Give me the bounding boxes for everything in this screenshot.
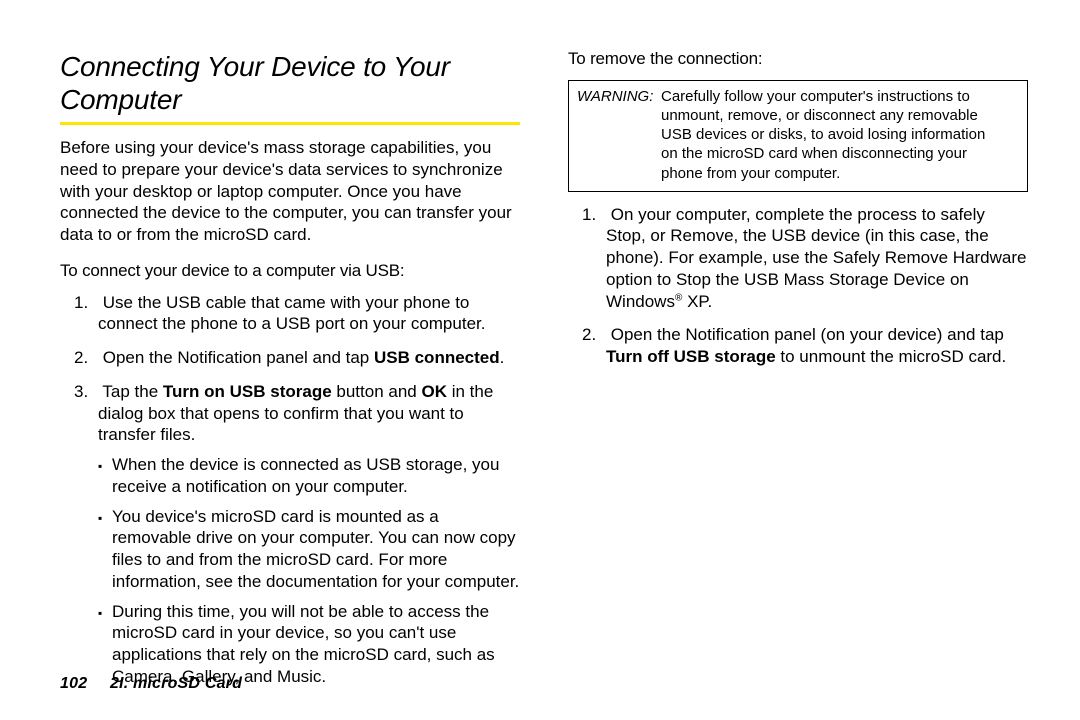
list-item: Open the Notification panel (on your dev… xyxy=(604,324,1028,368)
warning-box: WARNING:Carefully follow your computer's… xyxy=(568,80,1028,192)
page-number: 102 xyxy=(60,675,87,692)
list-item: Use the USB cable that came with your ph… xyxy=(96,292,520,336)
warning-label: WARNING: xyxy=(577,87,661,106)
page-title: Connecting Your Device to Your Computer xyxy=(60,48,520,116)
step-text: XP. xyxy=(682,292,712,311)
sub-text: When the device is connected as USB stor… xyxy=(112,455,499,496)
step-text: Tap the xyxy=(102,382,163,401)
bold-term: OK xyxy=(421,382,447,401)
sub-text: You device's microSD card is mounted as … xyxy=(112,507,519,591)
bold-term: USB connected xyxy=(374,348,500,367)
list-item: Tap the Turn on USB storage button and O… xyxy=(96,381,520,688)
list-item: Open the Notification panel and tap USB … xyxy=(96,347,520,369)
heading-rule xyxy=(60,122,520,125)
step-text: button and xyxy=(332,382,422,401)
bold-term: Turn on USB storage xyxy=(163,382,332,401)
subhead-connect: To connect your device to a computer via… xyxy=(60,260,520,282)
step-text: to unmount the microSD card. xyxy=(776,347,1007,366)
subhead-remove: To remove the connection: xyxy=(568,48,1028,70)
bold-term: Turn off USB storage xyxy=(606,347,776,366)
list-item: On your computer, complete the process t… xyxy=(604,204,1028,313)
step-text: Open the Notification panel and tap xyxy=(103,348,374,367)
step-text: On your computer, complete the process t… xyxy=(606,205,1026,311)
step-text: Use the USB cable that came with your ph… xyxy=(98,293,485,334)
warning-body: Carefully follow your computer's instruc… xyxy=(661,87,995,183)
step-text: . xyxy=(500,348,505,367)
intro-paragraph: Before using your device's mass storage … xyxy=(60,137,520,246)
remove-steps: On your computer, complete the process t… xyxy=(568,204,1028,368)
step-text: Open the Notification panel (on your dev… xyxy=(611,325,1004,344)
sub-bullet: You device's microSD card is mounted as … xyxy=(98,506,520,593)
connect-steps: Use the USB cable that came with your ph… xyxy=(60,292,520,688)
page-footer: 102 2I. microSD Card xyxy=(60,674,242,694)
chapter-label: 2I. microSD Card xyxy=(110,675,242,692)
sub-bullet: When the device is connected as USB stor… xyxy=(98,454,520,498)
